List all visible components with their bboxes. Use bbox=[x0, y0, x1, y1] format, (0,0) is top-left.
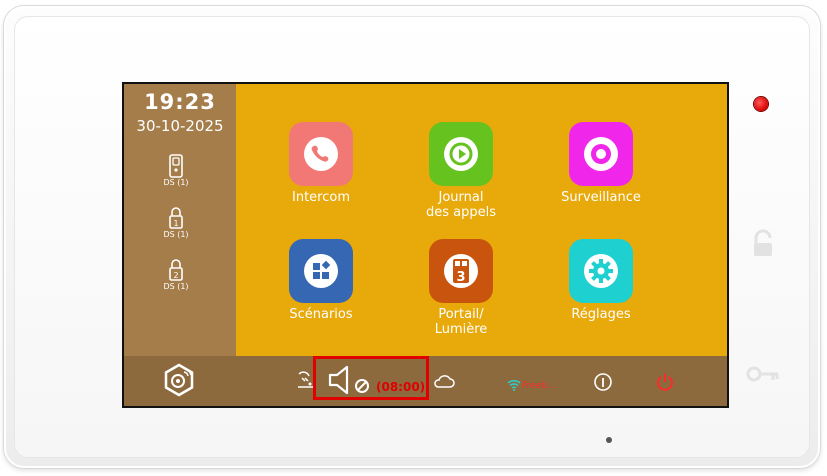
app-call-log[interactable]: Journal des appels bbox=[396, 122, 526, 220]
svg-text:3: 3 bbox=[456, 270, 465, 285]
app-label: Portail/ Lumière bbox=[434, 307, 488, 337]
app-gate-light[interactable]: 3 Portail/ Lumière bbox=[396, 239, 526, 337]
svg-text:1: 1 bbox=[173, 219, 178, 228]
app-label: Surveillance bbox=[561, 190, 641, 205]
call-log-icon bbox=[444, 137, 478, 171]
app-surveillance[interactable]: Surveillance bbox=[536, 122, 666, 205]
gate-light-icon: 3 bbox=[444, 254, 478, 288]
key-hardware-icon[interactable] bbox=[746, 365, 780, 383]
sidebar-item-label: DS (1) bbox=[163, 230, 189, 239]
sidebar-item-door[interactable]: DS (1) bbox=[154, 154, 198, 187]
app-label: Journal des appels bbox=[425, 190, 496, 220]
sidebar-item-label: DS (1) bbox=[163, 178, 189, 187]
sidebar-item-lock-1[interactable]: 1 DS (1) bbox=[154, 206, 198, 239]
app-icon-tile bbox=[289, 122, 353, 186]
scenarios-icon bbox=[304, 254, 338, 288]
app-label: Scénarios bbox=[289, 307, 353, 322]
app-label: Intercom bbox=[292, 190, 350, 205]
phone-icon bbox=[304, 137, 338, 171]
gear-icon bbox=[584, 254, 618, 288]
camera-icon bbox=[584, 137, 618, 171]
sidebar: 19:23 30-10-2025 DS (1) 1 DS (1) 2 DS (1… bbox=[124, 84, 236, 356]
lock-1-icon: 1 bbox=[169, 207, 183, 229]
app-intercom[interactable]: Intercom bbox=[256, 122, 386, 205]
clock-date: 30-10-2025 bbox=[136, 117, 224, 135]
door-icon bbox=[169, 154, 183, 178]
clock-time: 19:23 bbox=[144, 90, 216, 114]
touch-screen: 19:23 30-10-2025 DS (1) 1 DS (1) 2 DS (1… bbox=[124, 84, 727, 406]
wifi-name: Freeb... bbox=[522, 381, 556, 391]
svg-text:2: 2 bbox=[173, 271, 178, 280]
info-icon[interactable] bbox=[593, 372, 613, 392]
app-icon-tile bbox=[289, 239, 353, 303]
app-icon-tile bbox=[569, 122, 633, 186]
app-scenarios[interactable]: Scénarios bbox=[256, 239, 386, 322]
status-led bbox=[754, 97, 768, 111]
app-icon-tile: 3 bbox=[429, 239, 493, 303]
microphone-hole bbox=[606, 437, 612, 443]
app-label: Réglages bbox=[571, 307, 631, 322]
app-icon-tile bbox=[429, 122, 493, 186]
sidebar-item-label: DS (1) bbox=[163, 282, 189, 291]
app-settings[interactable]: Réglages bbox=[536, 239, 666, 322]
lock-2-icon: 2 bbox=[169, 259, 183, 281]
unlock-hardware-icon[interactable] bbox=[748, 229, 778, 259]
sidebar-item-lock-2[interactable]: 2 DS (1) bbox=[154, 258, 198, 291]
app-grid: Intercom Journal des appels Surveillance… bbox=[236, 84, 727, 356]
wifi-icon[interactable] bbox=[507, 379, 521, 391]
home-settings-icon[interactable] bbox=[161, 362, 197, 398]
cloud-icon[interactable] bbox=[433, 373, 455, 389]
mute-timer: (08:00) bbox=[376, 380, 426, 394]
app-icon-tile bbox=[569, 239, 633, 303]
power-icon[interactable] bbox=[654, 371, 676, 393]
